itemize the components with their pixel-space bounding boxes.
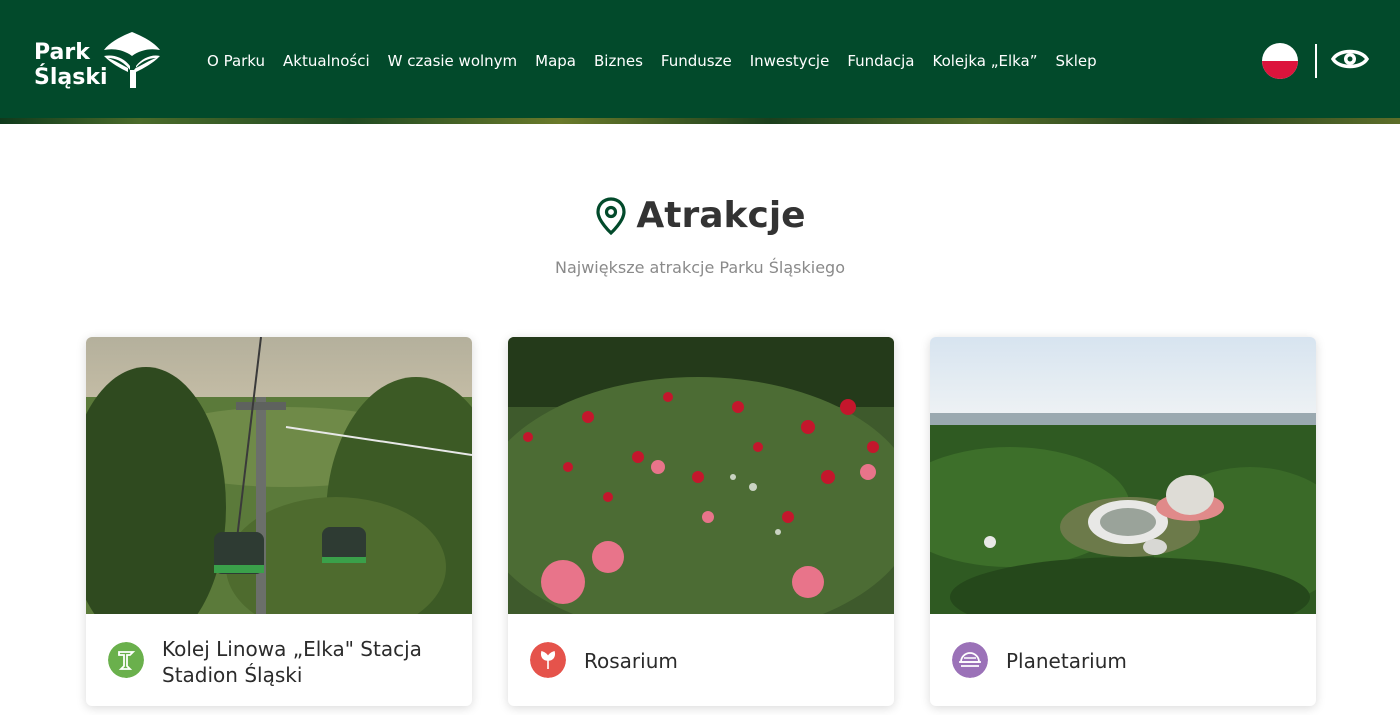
rose-icon (530, 642, 566, 678)
rosarium-photo (508, 337, 894, 614)
nav-aktualnosci[interactable]: Aktualności (283, 49, 370, 73)
card-footer: Kolej Linowa „Elka" Stacja Stadion Śląsk… (86, 614, 472, 706)
planetarium-photo (930, 337, 1316, 614)
header-photo-strip (0, 118, 1400, 124)
planetarium-icon (952, 642, 988, 678)
cable-car-icon (108, 642, 144, 678)
logo-text: Park Śląski (34, 40, 108, 90)
nav-biznes[interactable]: Biznes (594, 49, 643, 73)
card-footer: Rosarium (508, 614, 894, 706)
section-heading: Atrakcje (0, 194, 1400, 238)
header-divider (1315, 44, 1317, 78)
nav-kolejka-elka[interactable]: Kolejka „Elka” (933, 49, 1038, 73)
attraction-card-planetarium[interactable]: Planetarium (930, 337, 1316, 706)
site-header: Park Śląski O Parku Aktualności W czasie… (0, 0, 1400, 122)
logo-line-1: Park (34, 40, 90, 65)
nav-inwestycje[interactable]: Inwestycje (750, 49, 830, 73)
page-subtitle: Największe atrakcje Parku Śląskiego (555, 258, 845, 277)
nav-o-parku[interactable]: O Parku (207, 49, 265, 73)
card-title: Kolej Linowa „Elka" Stacja Stadion Śląsk… (162, 637, 422, 687)
cable-car-photo (86, 337, 472, 614)
eye-icon[interactable] (1331, 44, 1369, 74)
page-title: Atrakcje (636, 195, 806, 236)
card-title: Planetarium (1006, 649, 1127, 673)
flag-red-stripe (1262, 61, 1298, 79)
card-footer: Planetarium (930, 614, 1316, 706)
location-pin-icon (596, 197, 627, 236)
polish-flag-icon[interactable] (1262, 43, 1298, 79)
tree-logo-icon (104, 32, 160, 88)
card-title: Rosarium (584, 649, 678, 673)
nav-fundusze[interactable]: Fundusze (661, 49, 732, 73)
park-slaski-logo[interactable]: Park Śląski (34, 28, 164, 94)
logo-line-2: Śląski (34, 65, 108, 90)
main-navigation: O Parku Aktualności W czasie wolnym Mapa… (198, 49, 1106, 73)
nav-mapa[interactable]: Mapa (535, 49, 576, 73)
nav-fundacja[interactable]: Fundacja (847, 49, 914, 73)
attraction-card-kolej-linowa[interactable]: Kolej Linowa „Elka" Stacja Stadion Śląsk… (86, 337, 472, 706)
nav-sklep[interactable]: Sklep (1056, 49, 1097, 73)
attraction-card-rosarium[interactable]: Rosarium (508, 337, 894, 706)
nav-w-czasie-wolnym[interactable]: W czasie wolnym (388, 49, 518, 73)
